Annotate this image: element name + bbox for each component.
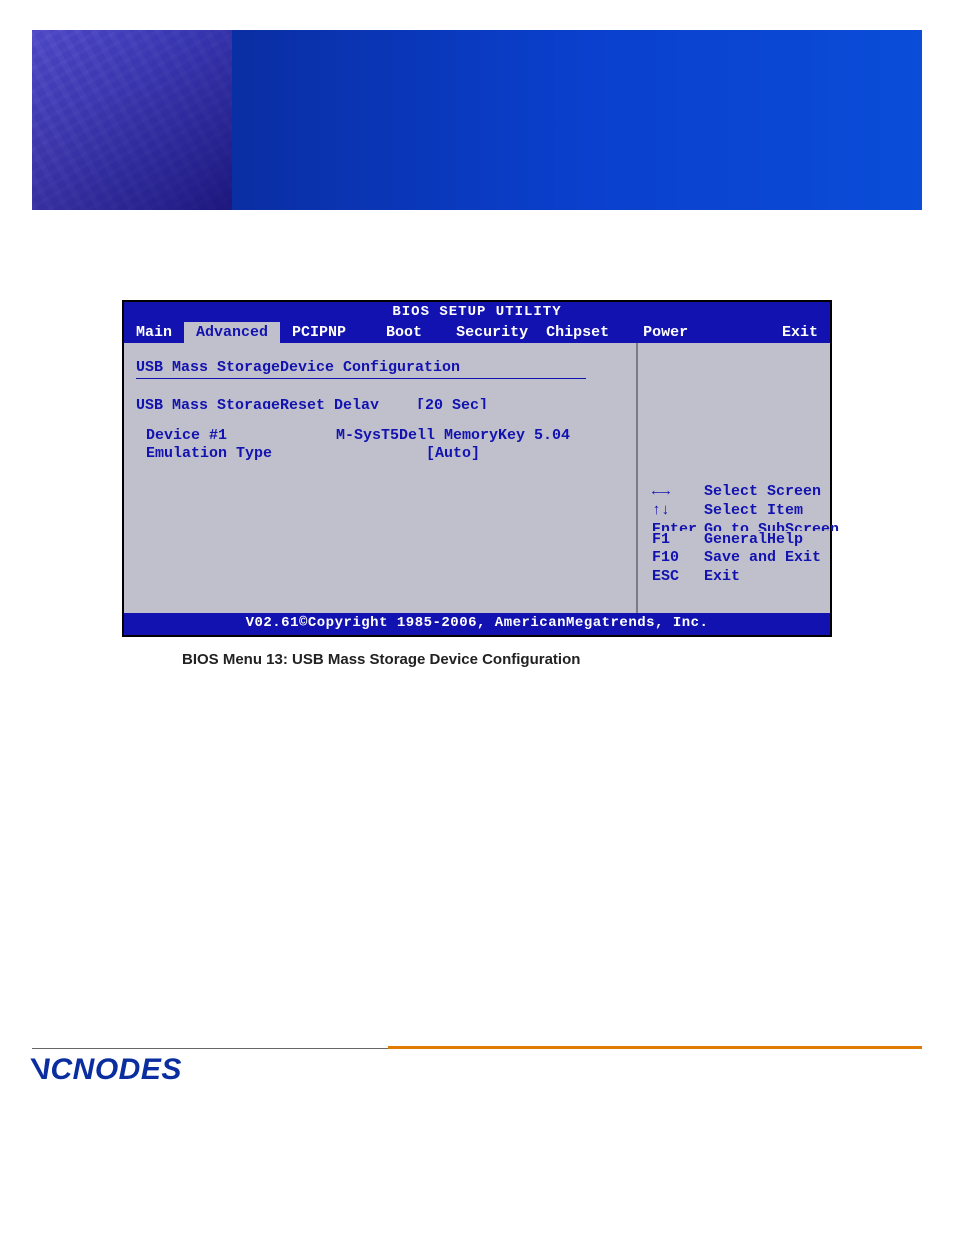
bios-tab-pcipnp[interactable]: PCIPNP — [280, 322, 358, 343]
help-key: ESC — [652, 568, 704, 587]
reset-delay-label: USB Mass StorageReset Delay — [136, 397, 416, 409]
bios-title: BIOS SETUP UTILITY — [124, 302, 830, 322]
device-value: M-SysT5Dell MemoryKey 5.04 — [336, 427, 626, 445]
bios-tab-boot[interactable]: Boot — [358, 322, 434, 343]
bios-tab-security[interactable]: Security — [434, 322, 540, 343]
bios-tab-bar: Main Advanced PCIPNP Boot Security Chips… — [124, 322, 830, 343]
section-heading: USB Mass StorageDevice Configuration — [136, 359, 586, 379]
help-enter-subscreen: Enter Go to SubScreen — [652, 521, 839, 531]
emulation-type-value: [Auto] — [336, 445, 626, 463]
emulation-type-label: Emulation Type — [136, 445, 336, 463]
help-text: Select Screen — [704, 483, 839, 502]
reset-delay-value: [20 Sec] — [416, 397, 488, 409]
emulation-type-row[interactable]: Emulation Type [Auto] — [136, 445, 626, 463]
device-row: Device #1 M-SysT5Dell MemoryKey 5.04 — [136, 427, 626, 445]
reset-delay-row[interactable]: USB Mass StorageReset Delay [20 Sec] — [136, 397, 626, 409]
bios-tab-main[interactable]: Main — [124, 322, 184, 343]
footer-rule — [32, 1048, 922, 1049]
help-key: F1 — [652, 531, 704, 550]
help-text: Select Item — [704, 502, 839, 521]
bios-help-pane: ←→ Select Screen ↑↓ Select Item Enter Go… — [636, 343, 849, 613]
help-text: Go to SubScreen — [704, 521, 839, 531]
help-key: Enter — [652, 521, 704, 531]
arrows-ud-icon: ↑↓ — [652, 502, 704, 521]
help-text: Save and Exit — [704, 549, 839, 568]
bios-tab-advanced[interactable]: Advanced — [184, 322, 280, 343]
device-block: Device #1 M-SysT5Dell MemoryKey 5.04 Emu… — [136, 427, 626, 463]
help-exit: ESC Exit — [652, 568, 839, 587]
figure-caption: BIOS Menu 13: USB Mass Storage Device Co… — [122, 651, 832, 668]
bios-tab-exit[interactable]: Exit — [770, 322, 830, 343]
page-header-banner — [32, 30, 922, 210]
bios-tab-chipset[interactable]: Chipset — [540, 322, 621, 343]
bios-left-pane: USB Mass StorageDevice Configuration USB… — [124, 343, 636, 613]
arrows-lr-icon: ←→ — [652, 483, 704, 502]
bios-screenshot: BIOS SETUP UTILITY Main Advanced PCIPNP … — [122, 300, 832, 637]
help-save-exit: F10 Save and Exit — [652, 549, 839, 568]
bios-body: USB Mass StorageDevice Configuration USB… — [124, 343, 830, 613]
page-footer: VCNODES — [32, 1048, 922, 1087]
content-wrap: BIOS SETUP UTILITY Main Advanced PCIPNP … — [122, 300, 832, 668]
help-key: F10 — [652, 549, 704, 568]
help-text: Exit — [704, 568, 839, 587]
help-select-item: ↑↓ Select Item — [652, 502, 839, 521]
help-select-screen: ←→ Select Screen — [652, 483, 839, 502]
bios-tab-power[interactable]: Power — [621, 322, 700, 343]
circuit-graphic — [32, 30, 232, 210]
bios-footer: V02.61©Copyright 1985-2006, AmericanMega… — [124, 613, 830, 635]
help-text: GeneralHelp — [704, 531, 839, 550]
device-label: Device #1 — [136, 427, 336, 445]
brand-logo: VCNODES — [32, 1053, 922, 1087]
help-general-help: F1 GeneralHelp — [652, 531, 839, 550]
